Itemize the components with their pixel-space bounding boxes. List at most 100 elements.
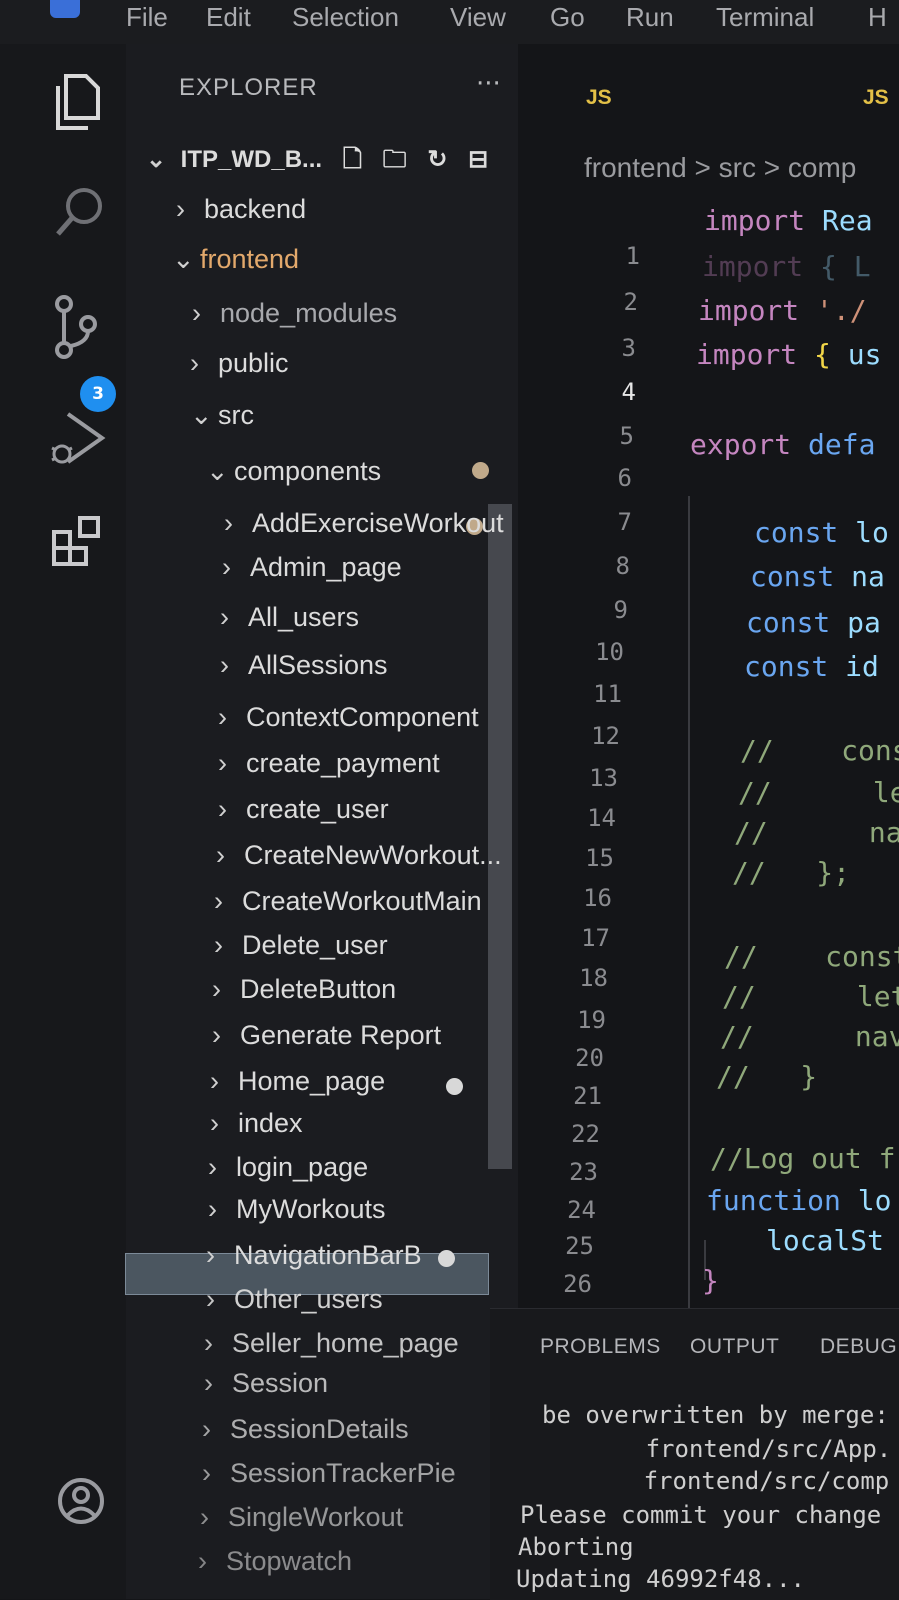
code-line-16[interactable]: // }; bbox=[732, 856, 850, 889]
run-debug-icon[interactable] bbox=[48, 408, 108, 472]
chevron-right-icon: › bbox=[222, 552, 231, 582]
source-control-badge: 3 bbox=[80, 376, 116, 412]
chevron-right-icon: › bbox=[200, 1502, 209, 1532]
code-line-6[interactable]: export defa bbox=[690, 428, 875, 461]
tree-item-createworkoutmain[interactable]: › CreateWorkoutMain bbox=[214, 886, 482, 926]
line-number: 20 bbox=[575, 1044, 604, 1072]
tree-item-node-modules[interactable]: › node_modules bbox=[192, 298, 397, 338]
menu-view[interactable]: View bbox=[450, 2, 506, 33]
tree-item-addexerciseworkout[interactable]: › AddExerciseWorkout bbox=[224, 508, 504, 548]
tree-item-session[interactable]: › Session bbox=[204, 1368, 328, 1408]
tab-problems[interactable]: PROBLEMS bbox=[540, 1335, 661, 1359]
tree-item-singleworkout[interactable]: › SingleWorkout bbox=[200, 1502, 403, 1542]
menu-file[interactable]: File bbox=[126, 2, 168, 33]
code-line-15[interactable]: // na bbox=[734, 816, 899, 849]
tree-item-label: frontend bbox=[200, 244, 300, 274]
chevron-right-icon: › bbox=[214, 886, 223, 916]
tree-item-myworkouts[interactable]: › MyWorkouts bbox=[208, 1194, 386, 1234]
code-line-14[interactable]: // le bbox=[738, 776, 899, 809]
tree-item-backend[interactable]: › backend bbox=[176, 194, 306, 234]
tree-item-label: NavigationBarB bbox=[234, 1240, 422, 1270]
tree-item-generate-report[interactable]: › Generate Report bbox=[212, 1020, 441, 1060]
tree-item-contextcomponent[interactable]: › ContextComponent bbox=[218, 702, 479, 742]
code-line-3[interactable]: import './ bbox=[698, 294, 867, 327]
tree-item-public[interactable]: › public bbox=[190, 348, 289, 388]
workspace-root[interactable]: ⌄ ITP_WD_B... 🗋 🗀 ↻ ⊟ bbox=[146, 142, 488, 182]
tree-item-index[interactable]: › index bbox=[210, 1108, 303, 1148]
tree-item-stopwatch[interactable]: › Stopwatch bbox=[198, 1546, 352, 1586]
tree-item-other-users[interactable]: › Other_users bbox=[206, 1284, 383, 1324]
tree-item-create-payment[interactable]: › create_payment bbox=[218, 748, 440, 788]
tree-item-label: Admin_page bbox=[250, 552, 402, 582]
explorer-files-icon[interactable] bbox=[52, 72, 104, 132]
tree-item-label: components bbox=[234, 456, 382, 486]
new-file-icon[interactable]: 🗋 bbox=[343, 146, 362, 173]
code-line-19[interactable]: // let bbox=[722, 980, 899, 1013]
line-number: 19 bbox=[577, 1006, 606, 1034]
code-line-20[interactable]: // nav bbox=[720, 1020, 899, 1053]
chevron-right-icon: › bbox=[224, 508, 233, 538]
activity-bar: 3 bbox=[0, 44, 126, 1599]
tab-output[interactable]: OUTPUT bbox=[690, 1335, 779, 1359]
source-control-icon[interactable] bbox=[52, 294, 98, 364]
refresh-icon[interactable]: ↻ bbox=[427, 146, 447, 173]
account-icon[interactable] bbox=[56, 1476, 106, 1526]
code-line-26[interactable]: } bbox=[702, 1264, 719, 1297]
tree-item-delete-user[interactable]: › Delete_user bbox=[214, 930, 388, 970]
tree-item-src[interactable]: ⌄ src bbox=[190, 400, 254, 440]
collapse-all-icon[interactable]: ⊟ bbox=[468, 146, 488, 173]
code-line-18[interactable]: // const bbox=[724, 940, 899, 973]
tree-item-sessiondetails[interactable]: › SessionDetails bbox=[202, 1414, 409, 1454]
breadcrumb[interactable]: frontend > src > comp bbox=[584, 152, 856, 184]
more-actions-icon[interactable]: ··· bbox=[476, 69, 501, 99]
search-icon[interactable] bbox=[52, 184, 108, 240]
tree-item-create-user[interactable]: › create_user bbox=[218, 794, 389, 834]
editor-tab-js-2[interactable]: JS bbox=[863, 86, 889, 110]
code-line-2[interactable]: import { L bbox=[702, 250, 871, 283]
terminal-line: frontend/src/comp bbox=[528, 1467, 890, 1495]
chevron-right-icon: › bbox=[220, 602, 229, 632]
menu-edit[interactable]: Edit bbox=[206, 2, 251, 33]
code-line-21[interactable]: // } bbox=[716, 1060, 817, 1093]
code-line-11[interactable]: const id bbox=[744, 650, 879, 683]
code-line-25[interactable]: localSt bbox=[766, 1224, 884, 1257]
new-folder-icon[interactable]: 🗀 bbox=[383, 146, 407, 173]
menu-help[interactable]: H bbox=[868, 2, 887, 33]
menu-run[interactable]: Run bbox=[626, 2, 674, 33]
chevron-right-icon: › bbox=[214, 930, 223, 960]
tree-item-all-users[interactable]: › All_users bbox=[220, 602, 359, 642]
tree-item-label: CreateNewWorkout... bbox=[244, 840, 502, 870]
tree-item-label: src bbox=[218, 400, 254, 430]
terminal-line: be overwritten by merge: bbox=[542, 1401, 889, 1429]
chevron-down-icon: ⌄ bbox=[146, 146, 167, 173]
tree-item-frontend[interactable]: ⌄ frontend bbox=[172, 244, 299, 284]
menu-selection[interactable]: Selection bbox=[292, 2, 399, 33]
code-line-10[interactable]: const pa bbox=[746, 606, 881, 639]
tree-item-admin-page[interactable]: › Admin_page bbox=[222, 552, 402, 592]
tree-item-deletebutton[interactable]: › DeleteButton bbox=[212, 974, 396, 1014]
code-line-23[interactable]: //Log out f bbox=[710, 1142, 895, 1175]
code-line-1[interactable]: import Rea bbox=[704, 204, 873, 237]
extensions-icon[interactable] bbox=[50, 514, 106, 570]
code-line-9[interactable]: const na bbox=[750, 560, 885, 593]
tree-item-createnewworkout[interactable]: › CreateNewWorkout... bbox=[216, 840, 502, 880]
menu-terminal[interactable]: Terminal bbox=[716, 2, 814, 33]
tree-item-home-page[interactable]: › Home_page bbox=[210, 1066, 385, 1106]
tree-item-sessiontrackerpie[interactable]: › SessionTrackerPie bbox=[202, 1458, 456, 1498]
tree-item-navigationbarb[interactable]: › NavigationBarB bbox=[206, 1240, 422, 1280]
tree-item-components[interactable]: ⌄ components bbox=[206, 456, 381, 496]
menu-go[interactable]: Go bbox=[550, 2, 585, 33]
tree-item-label: SessionTrackerPie bbox=[230, 1458, 456, 1488]
tree-item-allsessions[interactable]: › AllSessions bbox=[220, 650, 388, 690]
chevron-right-icon: › bbox=[210, 1108, 219, 1138]
code-line-13[interactable]: // cons bbox=[740, 734, 899, 767]
tree-item-login-page[interactable]: › login_page bbox=[208, 1152, 368, 1192]
line-number: 9 bbox=[613, 596, 628, 624]
code-line-8[interactable]: const lo bbox=[754, 516, 889, 549]
tab-debug[interactable]: DEBUG bbox=[820, 1335, 897, 1359]
indent-guide bbox=[688, 496, 690, 1346]
code-line-4[interactable]: import { us bbox=[696, 338, 881, 371]
tree-item-seller-home-page[interactable]: › Seller_home_page bbox=[204, 1328, 459, 1368]
code-line-24[interactable]: function lo bbox=[706, 1184, 891, 1217]
editor-tab-js[interactable]: JS bbox=[586, 86, 612, 110]
